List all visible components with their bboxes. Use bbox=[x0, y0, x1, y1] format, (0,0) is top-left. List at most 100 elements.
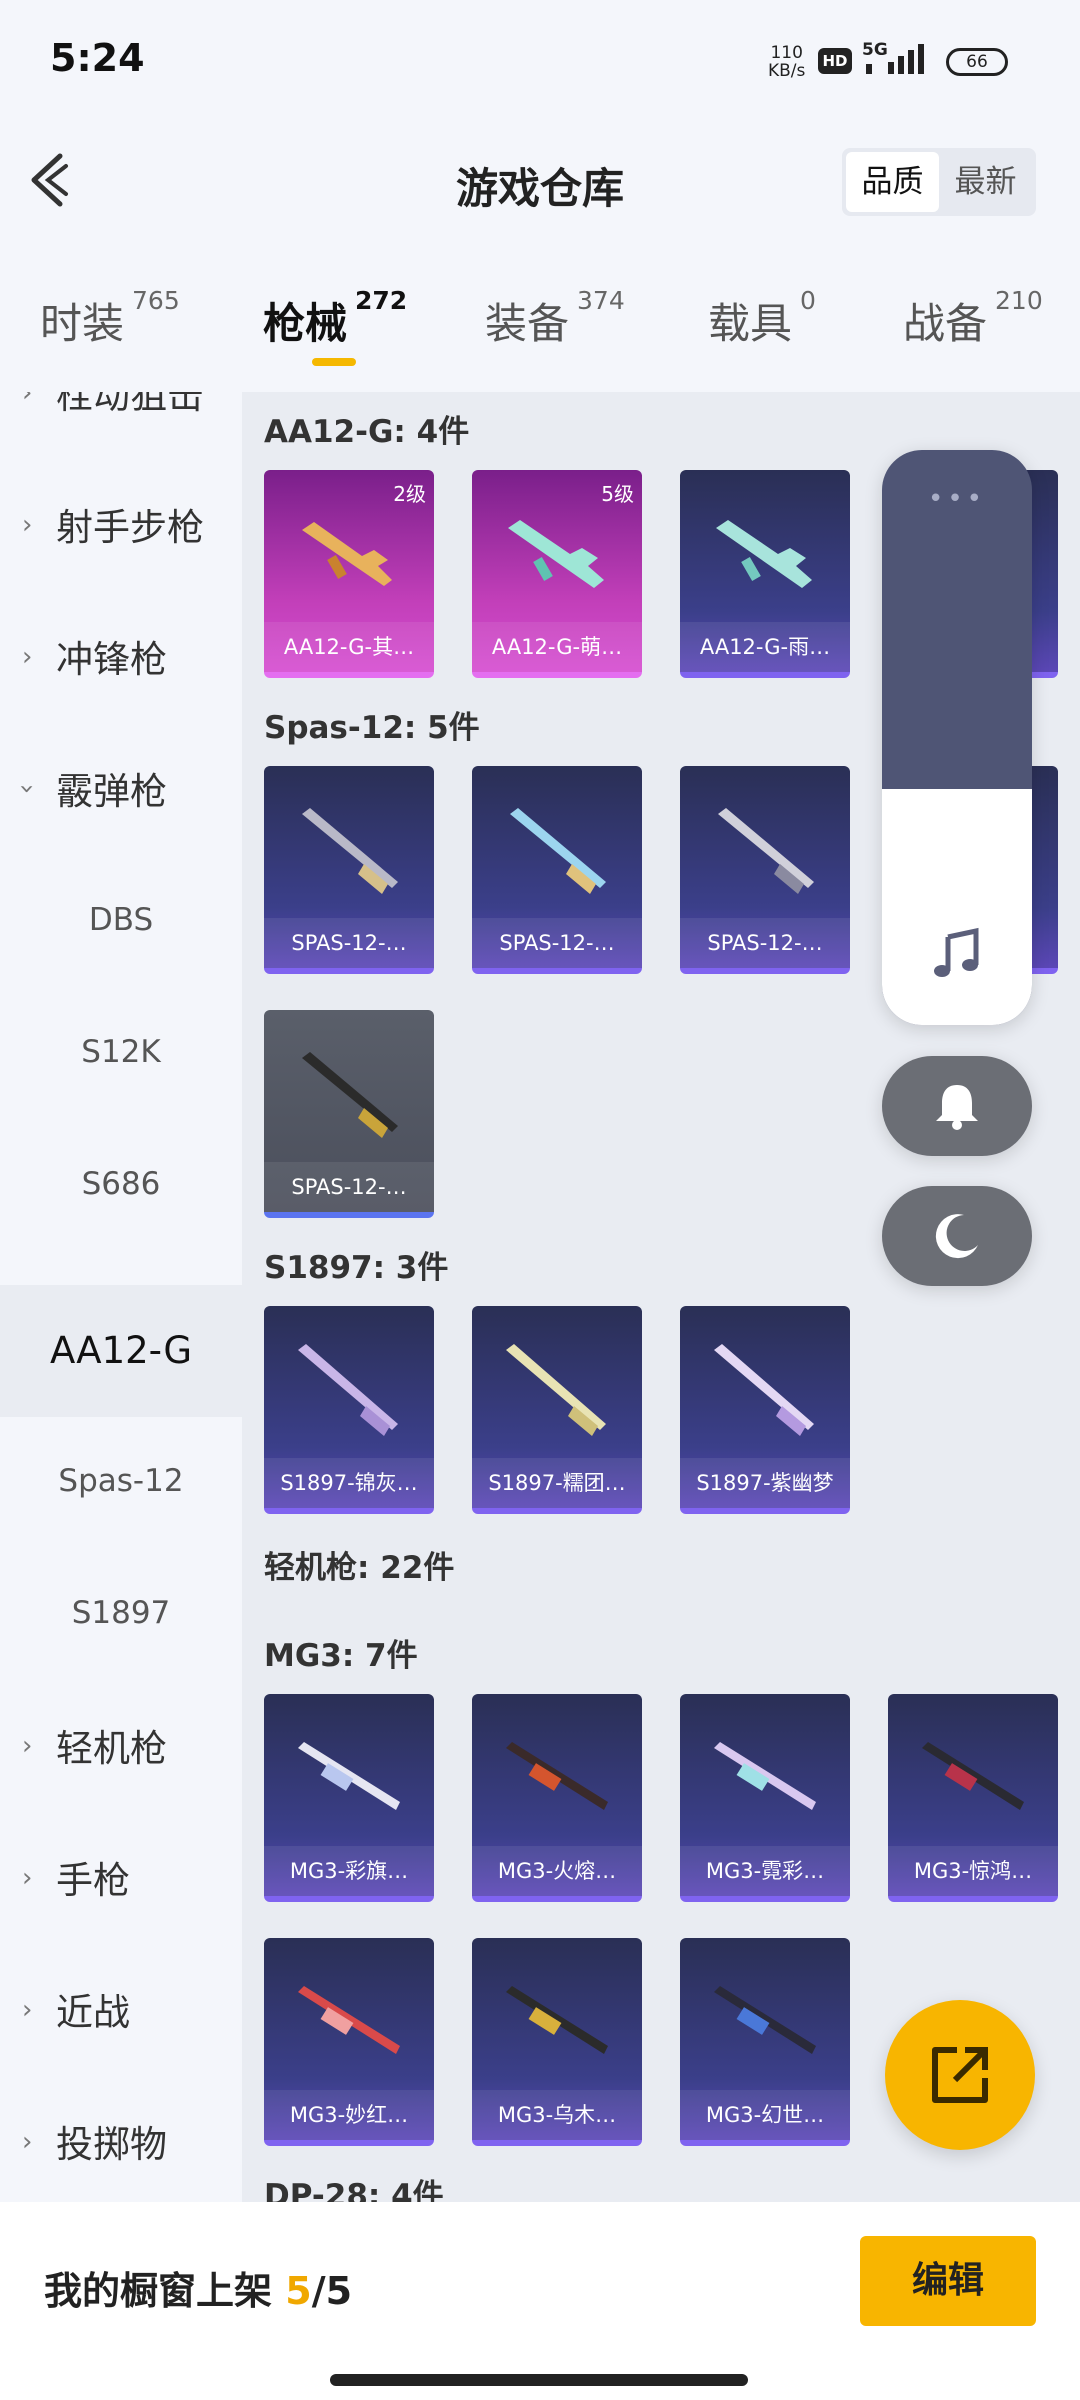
sidebar-sub-s1897[interactable]: S1897 bbox=[0, 1547, 242, 1679]
share-button[interactable] bbox=[885, 2000, 1035, 2150]
section-title-aa12g: AA12-G: 4件 bbox=[264, 414, 470, 450]
item-card[interactable]: 2级 AA12-G-其… bbox=[264, 470, 434, 678]
chevron-right-icon: › bbox=[22, 510, 33, 540]
machine-gun-icon bbox=[298, 1986, 400, 2054]
section-title-dp28: DP-28: 4件 bbox=[264, 2178, 444, 2202]
sort-toggle: 品质 最新 bbox=[842, 148, 1036, 216]
machine-gun-icon bbox=[506, 1742, 608, 1810]
sort-quality-button[interactable]: 品质 bbox=[846, 152, 939, 212]
do-not-disturb-button[interactable] bbox=[882, 1186, 1032, 1286]
rifle-icon bbox=[716, 520, 812, 588]
item-card[interactable]: SPAS-12-… bbox=[264, 1010, 434, 1218]
item-name: MG3-妙红… bbox=[264, 2090, 434, 2140]
item-card[interactable]: MG3-幻世… bbox=[680, 1938, 850, 2146]
sidebar-sub-aa12g[interactable]: AA12-G bbox=[0, 1285, 242, 1417]
rifle-icon bbox=[302, 522, 392, 586]
sidebar-sub-s686[interactable]: S686 bbox=[0, 1118, 242, 1250]
showcase-status: 我的橱窗上架 5/5 bbox=[44, 2269, 353, 2313]
sidebar-item-shotgun[interactable]: › 霰弹枪 bbox=[0, 722, 242, 854]
item-card[interactable]: S1897-糯团… bbox=[472, 1306, 642, 1514]
tab-active-indicator bbox=[312, 358, 356, 366]
item-card[interactable]: MG3-彩旗… bbox=[264, 1694, 434, 1902]
sidebar-sub-spas12[interactable]: Spas-12 bbox=[0, 1415, 242, 1547]
chevron-right-icon: › bbox=[22, 1995, 33, 2025]
external-link-icon bbox=[932, 2047, 988, 2103]
chevron-right-icon: › bbox=[22, 1863, 33, 1893]
shotgun-icon bbox=[506, 1344, 606, 1436]
item-card[interactable]: S1897-紫幽梦 bbox=[680, 1306, 850, 1514]
sidebar-item-throwables[interactable]: › 投掷物 bbox=[0, 2075, 242, 2202]
item-name: S1897-糯团… bbox=[472, 1458, 642, 1508]
item-card[interactable]: MG3-霓彩… bbox=[680, 1694, 850, 1902]
item-name: S1897-紫幽梦 bbox=[680, 1458, 850, 1508]
chevron-right-icon: › bbox=[22, 642, 33, 672]
sidebar-sub-s12k[interactable]: S12K bbox=[0, 986, 242, 1118]
chevron-right-icon: › bbox=[22, 1731, 33, 1761]
section-title-mg3: MG3: 7件 bbox=[264, 1638, 418, 1674]
tab-firearms[interactable]: 枪械 272 bbox=[263, 286, 407, 351]
item-name: MG3-幻世… bbox=[680, 2090, 850, 2140]
volume-slider[interactable]: ••• bbox=[882, 450, 1032, 1025]
sidebar-item-lmg[interactable]: › 轻机枪 bbox=[0, 1679, 242, 1811]
category-tabs: 时装 765 枪械 272 装备 374 载具 0 战备 210 bbox=[0, 280, 1080, 390]
shotgun-icon bbox=[298, 1344, 398, 1436]
machine-gun-icon bbox=[714, 1986, 816, 2054]
machine-gun-icon bbox=[714, 1742, 816, 1810]
sidebar-item-smg[interactable]: › 冲锋枪 bbox=[0, 590, 242, 722]
item-name: MG3-火熔… bbox=[472, 1846, 642, 1896]
sidebar-item-marksman[interactable]: › 射手步枪 bbox=[0, 458, 242, 590]
volume-level-fill bbox=[882, 789, 1032, 1025]
item-name: SPAS-12-… bbox=[264, 1162, 434, 1212]
bottom-bar: 我的橱窗上架 5/5 编辑 bbox=[0, 2202, 1080, 2400]
item-card[interactable]: 5级 AA12-G-萌… bbox=[472, 470, 642, 678]
rifle-icon bbox=[508, 520, 604, 588]
signal-icon: 5G bbox=[862, 40, 932, 80]
item-card[interactable]: MG3-乌木… bbox=[472, 1938, 642, 2146]
item-card[interactable]: MG3-妙红… bbox=[264, 1938, 434, 2146]
item-name: SPAS-12-… bbox=[680, 918, 850, 968]
music-note-icon bbox=[934, 927, 979, 977]
item-card[interactable]: MG3-惊鸿… bbox=[888, 1694, 1058, 1902]
machine-gun-icon bbox=[922, 1742, 1024, 1810]
sidebar-item-melee[interactable]: › 近战 bbox=[0, 1943, 242, 2075]
section-title-spas12: Spas-12: 5件 bbox=[264, 710, 480, 746]
tab-outfits[interactable]: 时装 765 bbox=[40, 286, 180, 351]
machine-gun-icon bbox=[298, 1742, 400, 1810]
chevron-right-icon: › bbox=[22, 392, 33, 408]
shotgun-icon bbox=[510, 808, 606, 894]
item-name: AA12-G-其… bbox=[264, 622, 434, 672]
item-card[interactable]: SPAS-12-… bbox=[264, 766, 434, 974]
status-bar: 5:24 110 KB/s HD 5G 66 bbox=[0, 0, 1080, 120]
moon-icon bbox=[935, 1214, 978, 1259]
weapon-category-sidebar: › 栓动狙击 › 射手步枪 › 冲锋枪 › 霰弹枪 DBS S12K S686 AA12… bbox=[0, 392, 242, 2202]
item-card[interactable]: S1897-锦灰… bbox=[264, 1306, 434, 1514]
item-card[interactable]: MG3-火熔… bbox=[472, 1694, 642, 1902]
item-name: MG3-惊鸿… bbox=[888, 1846, 1058, 1896]
shotgun-icon bbox=[714, 1344, 814, 1436]
shotgun-icon bbox=[718, 808, 814, 894]
item-name: SPAS-12-… bbox=[264, 918, 434, 968]
sidebar-sub-dbs[interactable]: DBS bbox=[0, 854, 242, 986]
item-card[interactable]: SPAS-12-… bbox=[472, 766, 642, 974]
ring-mode-button[interactable] bbox=[882, 1056, 1032, 1156]
shotgun-icon bbox=[302, 1052, 398, 1138]
drag-handle-icon[interactable]: ••• bbox=[882, 484, 1032, 514]
sort-latest-button[interactable]: 最新 bbox=[939, 152, 1032, 212]
tab-supplies[interactable]: 战备 210 bbox=[903, 286, 1043, 351]
section-title-s1897: S1897: 3件 bbox=[264, 1250, 449, 1286]
chevron-right-icon: › bbox=[22, 2127, 33, 2157]
item-card[interactable]: AA12-G-雨… bbox=[680, 470, 850, 678]
battery-icon: 66 bbox=[946, 48, 1008, 76]
sidebar-item-pistol[interactable]: › 手枪 bbox=[0, 1811, 242, 1943]
tab-vehicles[interactable]: 载具 0 bbox=[708, 286, 816, 351]
item-name: MG3-乌木… bbox=[472, 2090, 642, 2140]
item-card[interactable]: SPAS-12-… bbox=[680, 766, 850, 974]
item-name: AA12-G-萌… bbox=[472, 622, 642, 672]
item-name: MG3-霓彩… bbox=[680, 1846, 850, 1896]
status-time: 5:24 bbox=[50, 36, 145, 80]
edit-button[interactable]: 编辑 bbox=[860, 2236, 1036, 2326]
sidebar-item-bolt-sniper[interactable]: › 栓动狙击 bbox=[0, 392, 242, 458]
tab-equipment[interactable]: 装备 374 bbox=[485, 286, 625, 351]
net-speed: 110 KB/s bbox=[768, 43, 806, 81]
home-indicator[interactable] bbox=[330, 2374, 748, 2386]
